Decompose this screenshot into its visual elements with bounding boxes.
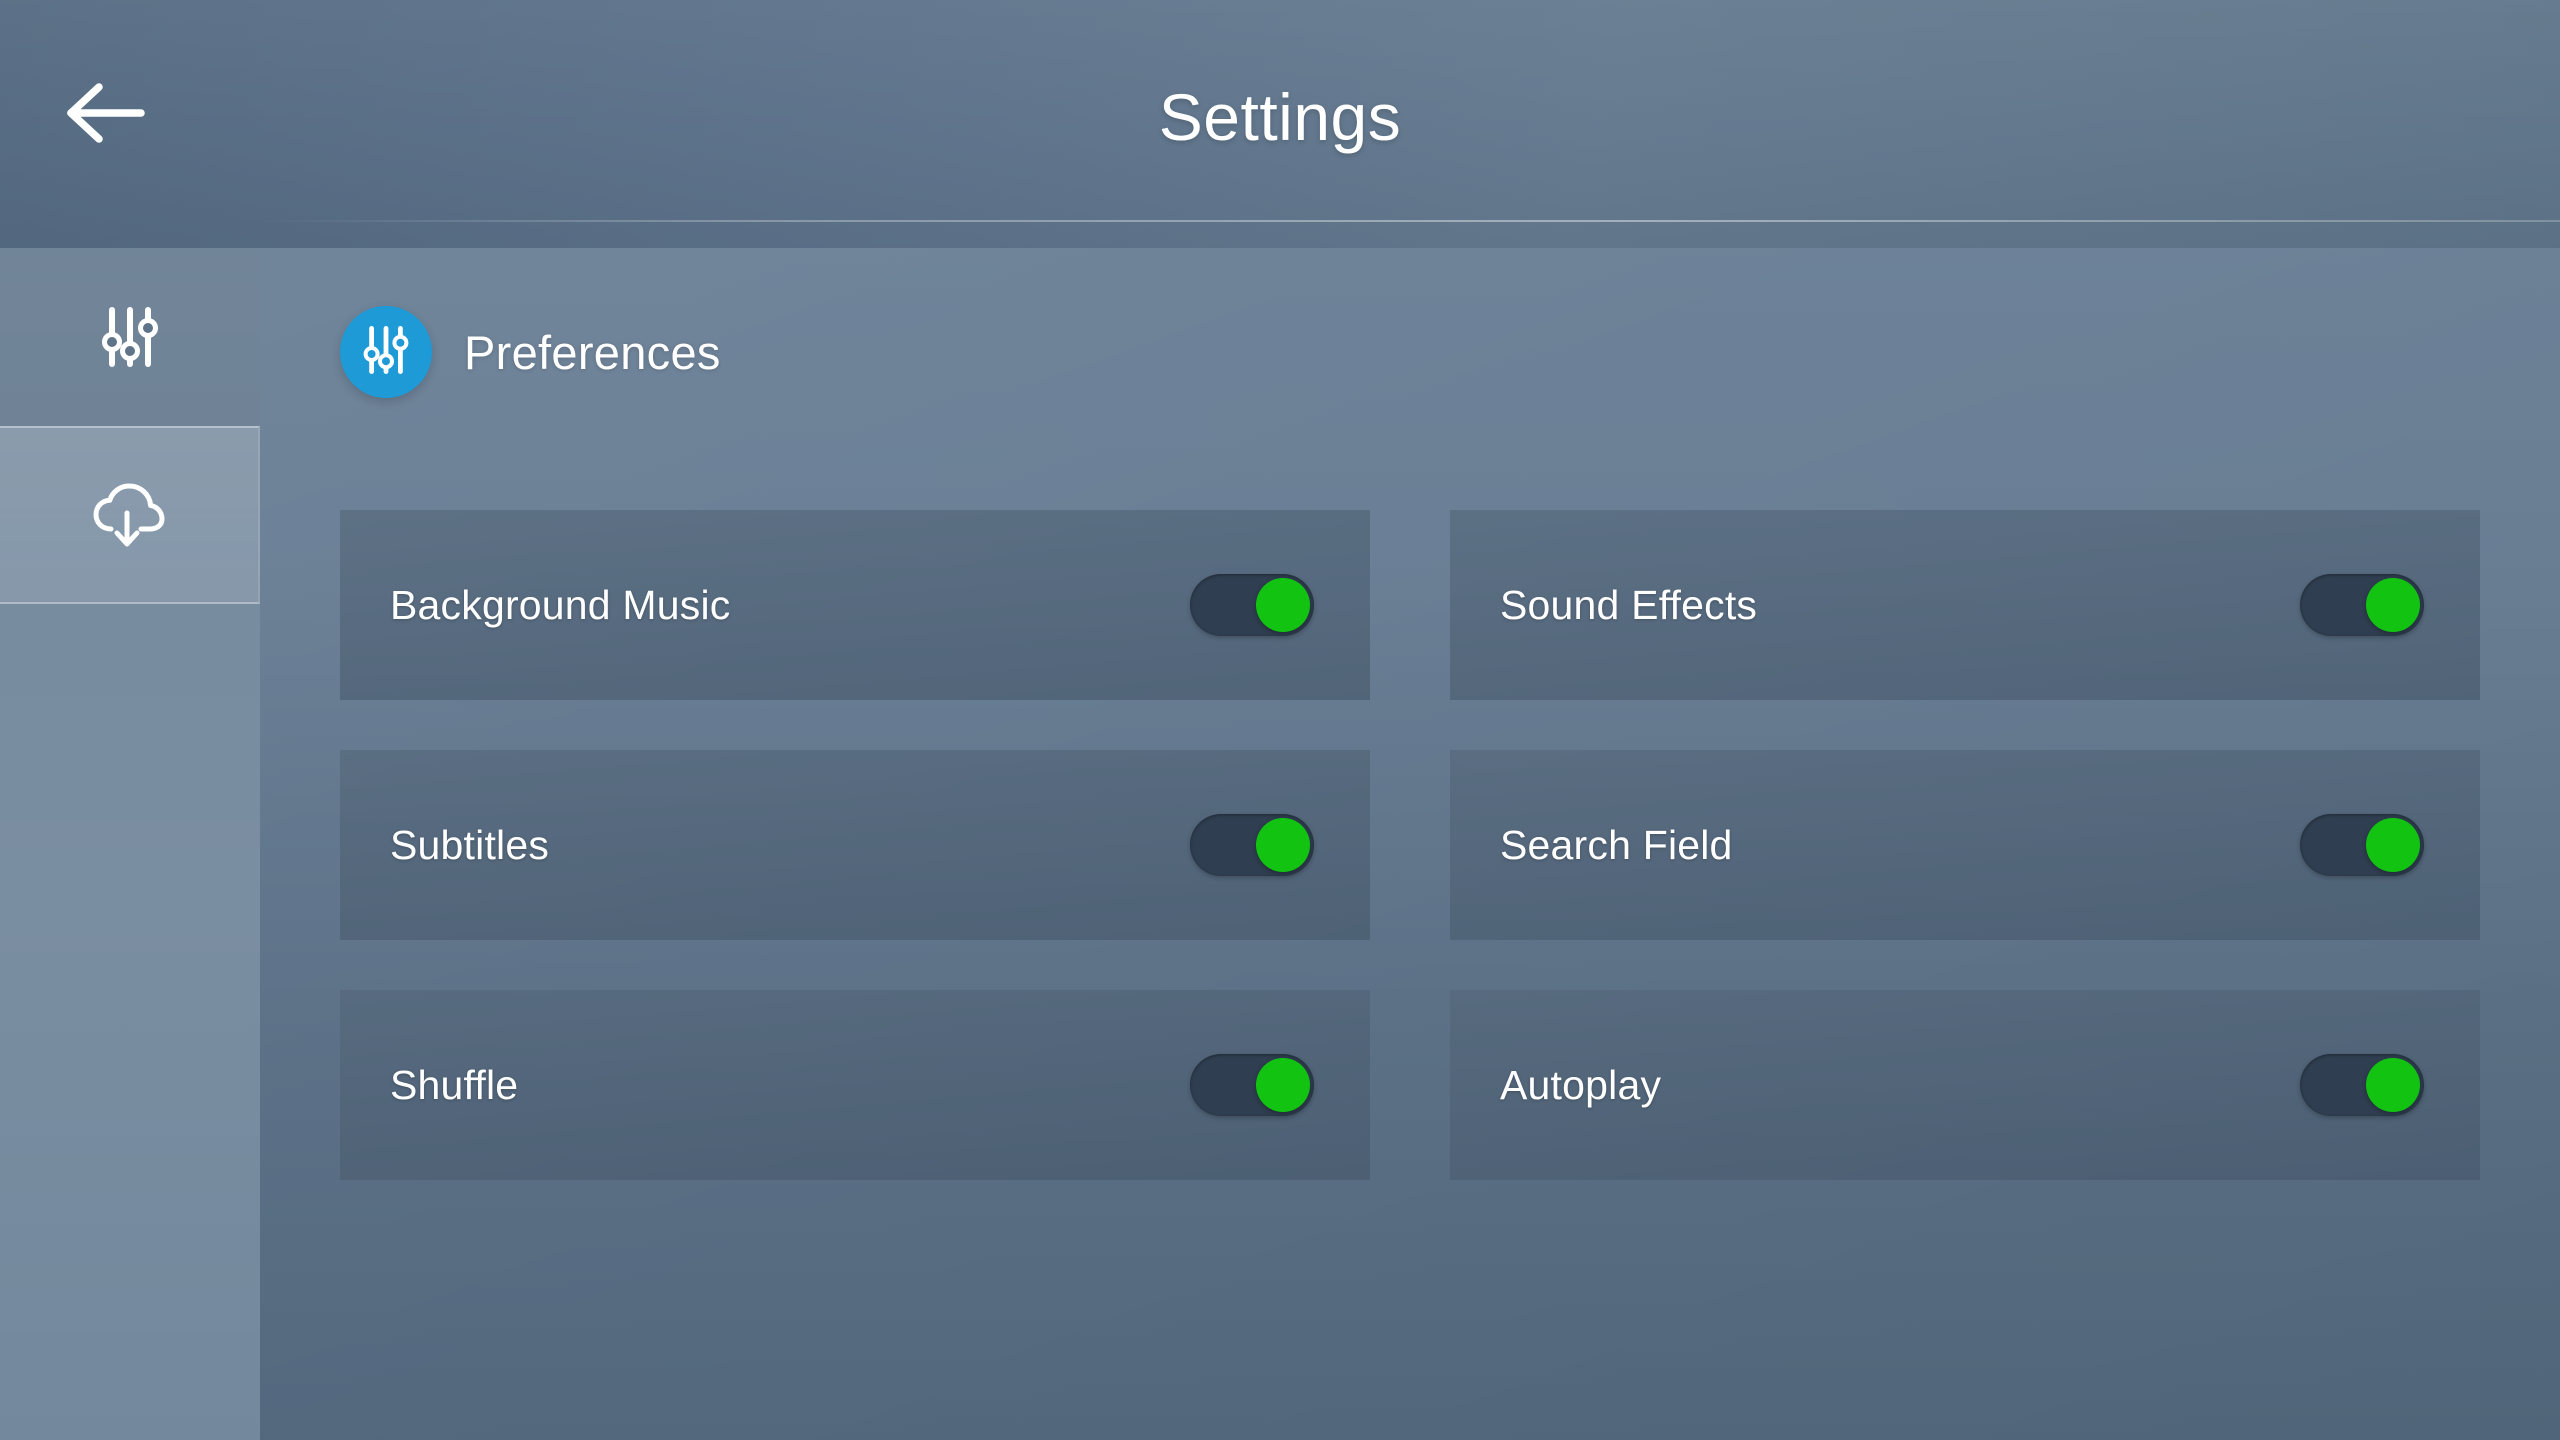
setting-label: Shuffle xyxy=(390,1061,519,1108)
setting-row-autoplay[interactable]: Autoplay xyxy=(1450,990,2480,1180)
setting-label: Search Field xyxy=(1500,821,1733,868)
sidebar xyxy=(0,248,260,1440)
setting-label: Autoplay xyxy=(1500,1061,1662,1108)
main-content: Preferences Background Music Sound Effec… xyxy=(260,248,2560,1440)
setting-label: Subtitles xyxy=(390,821,550,868)
page-title: Settings xyxy=(1158,80,1402,154)
setting-row-subtitles[interactable]: Subtitles xyxy=(340,750,1370,940)
toggle-autoplay[interactable] xyxy=(2300,1054,2424,1116)
section-header: Preferences xyxy=(340,306,721,398)
section-title: Preferences xyxy=(464,325,721,379)
section-icon-badge xyxy=(340,306,432,398)
setting-row-sound-effects[interactable]: Sound Effects xyxy=(1450,510,2480,700)
sliders-icon xyxy=(358,322,414,383)
toggle-sound-effects[interactable] xyxy=(2300,574,2424,636)
setting-label: Sound Effects xyxy=(1500,581,1758,628)
toggle-knob xyxy=(2366,1058,2420,1112)
sidebar-item-downloads[interactable] xyxy=(0,426,260,604)
toggle-shuffle[interactable] xyxy=(1190,1054,1314,1116)
settings-screen: Settings Preferences Background Music So… xyxy=(0,0,2560,1440)
toggle-background-music[interactable] xyxy=(1190,574,1314,636)
app-header: Settings xyxy=(0,0,2560,248)
toggle-subtitles[interactable] xyxy=(1190,814,1314,876)
cloud-download-icon xyxy=(89,479,169,551)
toggle-knob xyxy=(1256,578,1310,632)
sliders-icon xyxy=(95,302,165,372)
setting-row-shuffle[interactable]: Shuffle xyxy=(340,990,1370,1180)
setting-row-search-field[interactable]: Search Field xyxy=(1450,750,2480,940)
setting-label: Background Music xyxy=(390,581,731,628)
toggle-knob xyxy=(2366,578,2420,632)
sidebar-item-preferences[interactable] xyxy=(0,248,260,426)
toggle-knob xyxy=(1256,818,1310,872)
toggle-knob xyxy=(2366,818,2420,872)
settings-grid: Background Music Sound Effects Subtitles… xyxy=(340,510,2480,1180)
setting-row-background-music[interactable]: Background Music xyxy=(340,510,1370,700)
toggle-knob xyxy=(1256,1058,1310,1112)
toggle-search-field[interactable] xyxy=(2300,814,2424,876)
